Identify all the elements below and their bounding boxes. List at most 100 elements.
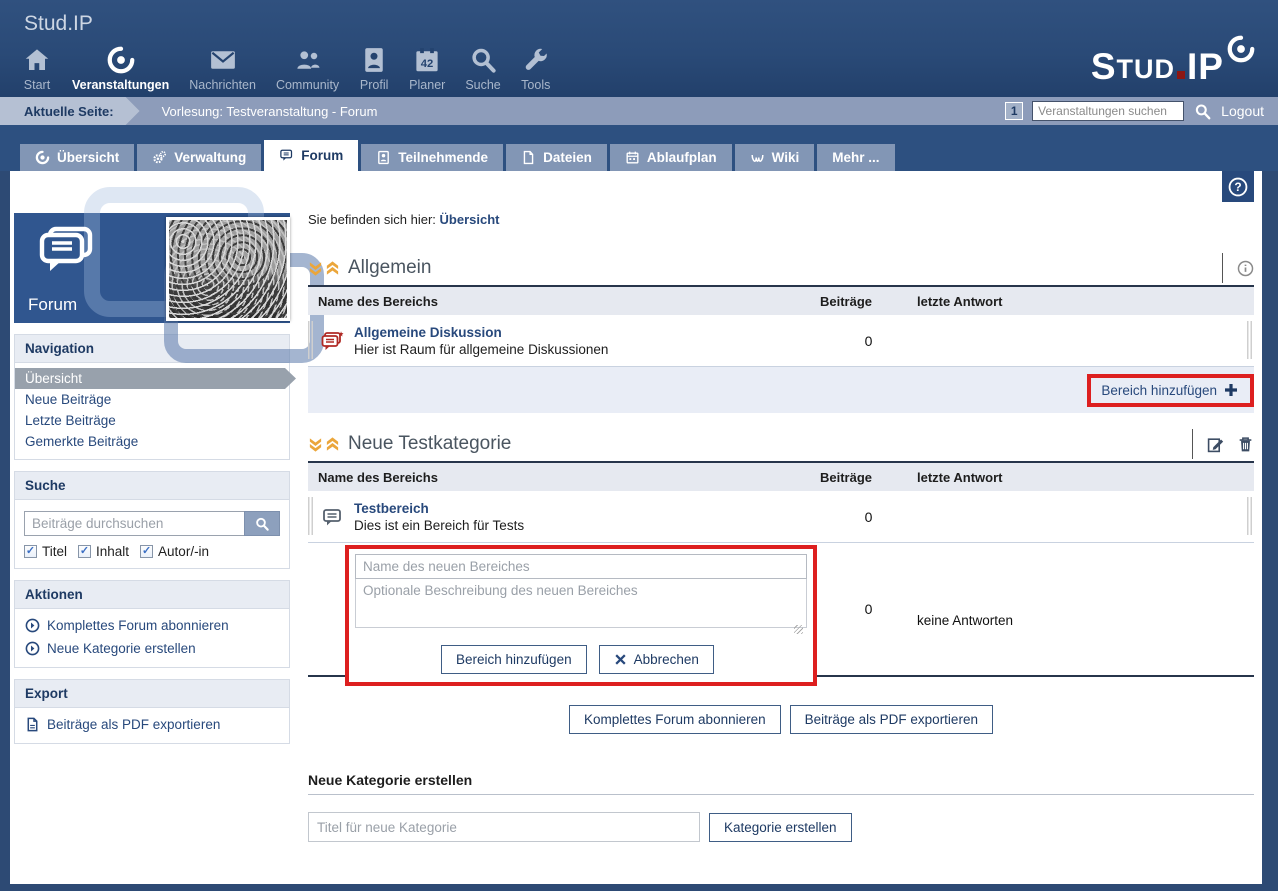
area-link-testbereich[interactable]: Testbereich [354,501,524,516]
help-icon: ? [1227,176,1249,198]
app-header: Stud.IP Start Veranstaltungen Nachrichte… [0,0,1278,97]
search-icon [1193,102,1212,121]
top-navigation: Start Veranstaltungen Nachrichten Commun… [12,45,561,92]
export-box-title: Export [15,680,289,708]
new-area-description-textarea[interactable] [355,579,807,628]
area-last-answer: keine Antworten [917,613,1013,628]
move-category-up-icon[interactable] [325,437,340,452]
tab-dateien[interactable]: Dateien [506,144,607,171]
new-area-submit-button[interactable]: Bereich hinzufügen [441,645,587,674]
community-icon [293,45,323,75]
calendar-icon [625,150,640,165]
sidebar-export-box: Export Beiträge als PDF exportieren [14,679,290,744]
breadcrumb-page-title: Vorlesung: Testveranstaltung - Forum [162,104,378,119]
person-card-icon [376,150,391,165]
sidebar-context-title: Forum [28,295,77,315]
drag-handle[interactable] [1247,321,1254,359]
circle-arrow-icon [25,641,40,656]
sidebar-item-uebersicht[interactable]: Übersicht [15,368,296,389]
delete-category-icon[interactable] [1237,436,1254,453]
logo-red-dot [1177,71,1185,79]
annotation-highlight: Bereich hinzufügen [1087,374,1254,407]
new-category-title-input[interactable] [308,812,700,842]
sidebar-actions-box: Aktionen Komplettes Forum abonnieren Neu… [14,580,290,668]
location-link-uebersicht[interactable]: Übersicht [440,212,500,227]
nav-start[interactable]: Start [12,45,62,92]
logout-link[interactable]: Logout [1221,103,1264,119]
textarea-resize-handle[interactable] [794,625,803,634]
annotation-highlight: Bereich hinzufügen Abbrechen [345,545,817,686]
breadcrumb-label: Aktuelle Seite: [0,97,140,125]
nav-suche[interactable]: Suche [455,45,510,92]
nav-profil[interactable]: Profil [349,45,399,92]
search-box-title: Suche [15,472,289,500]
table-header: Name des Bereichs Beiträge letzte Antwor… [308,287,1254,315]
sidebar-item-gemerkte-beitraege[interactable]: Gemerkte Beiträge [15,431,289,452]
forum-context-icon [36,225,96,277]
drag-handle[interactable] [1247,497,1254,535]
file-icon [521,150,536,165]
tab-mehr[interactable]: Mehr ... [817,144,894,171]
nav-community[interactable]: Community [266,45,349,92]
checkbox-inhalt[interactable]: ✓ [78,545,91,558]
checkbox-autor[interactable]: ✓ [140,545,153,558]
nav-tools[interactable]: Tools [511,45,561,92]
sidebar-item-letzte-beitraege[interactable]: Letzte Beiträge [15,410,289,431]
studip-logo[interactable]: STUDIP [1091,34,1256,82]
nav-nachrichten[interactable]: Nachrichten [179,45,266,92]
create-category-button[interactable]: Kategorie erstellen [709,813,852,842]
forum-area-new-icon [320,329,344,353]
area-link-allgemeine-diskussion[interactable]: Allgemeine Diskussion [354,325,608,340]
info-icon[interactable] [1237,260,1254,277]
checkbox-titel[interactable]: ✓ [24,545,37,558]
category-header-allgemein: Allgemein [308,251,1254,287]
action-new-category[interactable]: Neue Kategorie erstellen [15,637,289,660]
subscribe-forum-button[interactable]: Komplettes Forum abonnieren [569,705,781,734]
main-panel: Sie befinden sich hier: Übersicht Allgem… [308,212,1254,842]
drag-handle[interactable] [308,321,315,359]
forum-search-button[interactable] [244,511,280,536]
tab-wiki[interactable]: Wiki [735,144,815,171]
course-tab-band: Übersicht Verwaltung Forum Teilnehmende … [0,125,1278,171]
search-scope-badge: 1 [1005,102,1023,120]
action-subscribe-forum[interactable]: Komplettes Forum abonnieren [15,614,289,637]
move-category-down-icon[interactable] [308,437,323,452]
drag-handle[interactable] [308,497,315,535]
tab-teilnehmende[interactable]: Teilnehmende [361,144,503,171]
home-icon [22,45,52,75]
tab-uebersicht[interactable]: Übersicht [20,144,134,171]
nav-veranstaltungen[interactable]: Veranstaltungen [62,45,179,92]
wiki-icon [750,150,765,165]
sidebar-search-box: Suche ✓Titel ✓Inhalt ✓Autor/-in [14,471,290,569]
tab-forum[interactable]: Forum [264,140,358,171]
profile-icon [359,45,389,75]
calendar-42-icon: 42 [412,45,442,75]
sidebar-item-neue-beitraege[interactable]: Neue Beiträge [15,389,289,410]
course-search-input[interactable] [1032,101,1184,121]
tab-verwaltung[interactable]: Verwaltung [137,144,261,171]
category-footer: Bereich hinzufügen [308,367,1254,413]
new-area-name-input[interactable] [355,554,807,579]
move-category-up-icon[interactable] [325,261,340,276]
search-icon [254,516,270,532]
export-pdf-link[interactable]: Beiträge als PDF exportieren [15,713,289,736]
export-pdf-button[interactable]: Beiträge als PDF exportieren [790,705,993,734]
circle-arrow-icon [25,618,40,633]
table-row: Allgemeine Diskussion Hier ist Raum für … [308,315,1254,367]
plus-icon [1224,383,1238,397]
search-icon [468,45,498,75]
nav-planer[interactable]: 42 Planer [399,45,455,92]
forum-footer-buttons: Komplettes Forum abonnieren Beiträge als… [308,705,1254,734]
add-area-button[interactable]: Bereich hinzufügen [1091,378,1248,403]
new-area-cancel-button[interactable]: Abbrechen [599,645,714,674]
tab-ablaufplan[interactable]: Ablaufplan [610,144,732,171]
seminar-spiral-icon [106,45,136,75]
forum-search-input[interactable] [24,511,244,536]
you-are-here: Sie befinden sich hier: Übersicht [308,212,1254,227]
move-category-down-icon[interactable] [308,261,323,276]
help-button[interactable]: ? [1222,171,1254,202]
svg-text:?: ? [1234,180,1241,194]
course-search-button[interactable] [1193,102,1212,121]
area-post-count: 0 [820,333,917,349]
edit-category-icon[interactable] [1207,436,1224,453]
